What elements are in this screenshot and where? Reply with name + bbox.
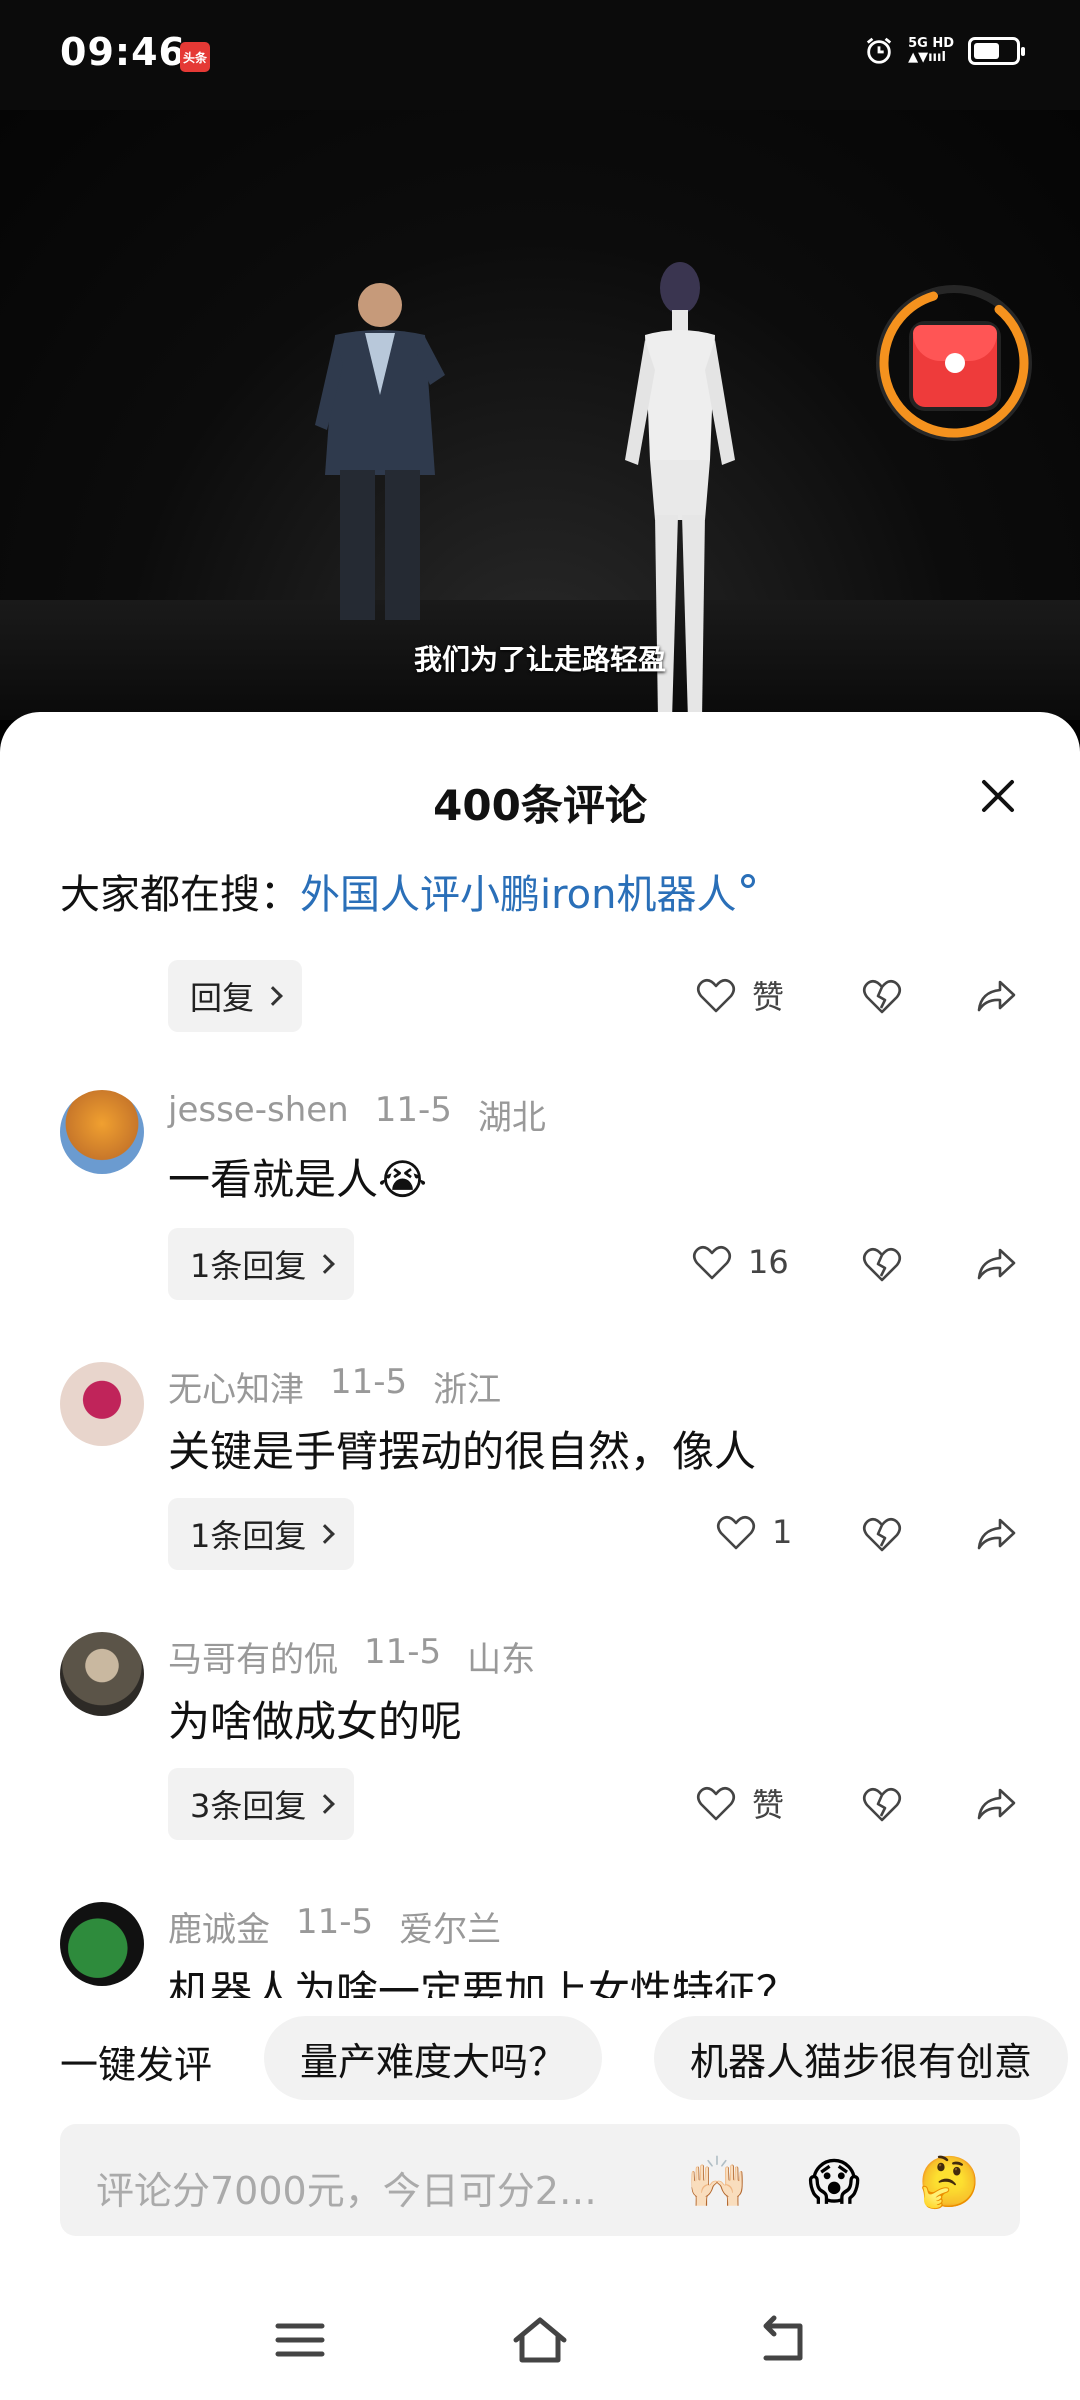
- quick-comment-chip[interactable]: 机器人猫步很有创意: [654, 2016, 1069, 2100]
- comment-date: 11-5: [374, 1090, 452, 1130]
- chevron-right-icon: [263, 986, 283, 1006]
- like-button[interactable]: 1: [714, 1510, 792, 1554]
- like-button[interactable]: 赞: [694, 972, 784, 1018]
- comments-count-title: 400条评论: [433, 781, 647, 830]
- avatar[interactable]: [60, 1362, 144, 1446]
- home-icon[interactable]: [510, 2310, 570, 2370]
- signal-bars: ▲▼ıııl: [908, 50, 946, 65]
- comment-region: 湖北: [477, 1098, 546, 1138]
- dislike-icon[interactable]: [860, 1512, 904, 1556]
- trending-search-prefix: 大家都在搜：: [60, 872, 300, 918]
- comment-meta: 无心知津 11-5 浙江: [168, 1362, 501, 1411]
- view-replies-button[interactable]: 1条回复: [168, 1228, 355, 1300]
- video-subtitle: 我们为了让走路轻盈: [413, 643, 666, 676]
- like-count: 16: [748, 1243, 789, 1281]
- heart-icon: [692, 1245, 732, 1280]
- comment-date: 11-5: [296, 1902, 374, 1942]
- avatar[interactable]: [60, 1632, 144, 1716]
- chevron-right-icon: [315, 1254, 336, 1274]
- comment-meta: 马哥有的侃 11-5 山东: [168, 1632, 535, 1681]
- avatar[interactable]: [60, 1090, 144, 1174]
- comment-username[interactable]: jesse-shen: [168, 1090, 349, 1139]
- comment-input[interactable]: 评论分7000元，今日可分2… 🙌🏻 😱 🤔: [60, 2124, 1020, 2236]
- video-player[interactable]: 我们为了让走路轻盈: [0, 110, 1080, 720]
- comment-meta: 鹿诚金 11-5 爱尔兰: [168, 1902, 501, 1951]
- redpacket-icon[interactable]: [913, 325, 997, 407]
- avatar[interactable]: [60, 1902, 144, 1986]
- toutiao-app-icon: 头条: [180, 42, 210, 72]
- share-icon[interactable]: [974, 1512, 1018, 1556]
- share-icon[interactable]: [974, 974, 1018, 1018]
- status-indicators: 5G HD ▲▼ıııl: [864, 36, 1025, 66]
- trending-search-link[interactable]: 外国人评小鹏iron机器人: [300, 872, 737, 918]
- network-indicator: 5G HD ▲▼ıııl: [908, 37, 954, 65]
- like-count: 赞: [752, 1786, 785, 1824]
- quick-comment-chip[interactable]: 量产难度大吗？: [264, 2016, 603, 2100]
- search-icon: [740, 874, 755, 888]
- comment-input-placeholder: 评论分7000元，今日可分2…: [96, 2169, 597, 2213]
- battery-icon: [968, 37, 1025, 65]
- chevron-right-icon: [315, 1794, 336, 1814]
- chevron-right-icon: [315, 1524, 336, 1544]
- status-time: 09:46: [60, 30, 186, 74]
- quick-comment-row: 一键发评 量产难度大吗？ 机器人猫步很有创意: [0, 2012, 1080, 2102]
- view-replies-label: 1条回复: [190, 1247, 307, 1285]
- view-replies-label: 1条回复: [190, 1517, 307, 1555]
- like-button[interactable]: 16: [690, 1240, 789, 1284]
- system-nav-bar: [0, 2270, 1080, 2400]
- comment-text: 机器人为啥一定要加上女性特征？: [168, 1967, 799, 1998]
- comment-date: 11-5: [364, 1632, 442, 1672]
- close-icon[interactable]: [976, 774, 1020, 818]
- share-icon[interactable]: [974, 1242, 1018, 1286]
- view-replies-button[interactable]: 3条回复: [168, 1768, 355, 1840]
- menu-icon[interactable]: [270, 2310, 330, 2370]
- comment-item: 鹿诚金 11-5 爱尔兰 机器人为啥一定要加上女性特征？: [0, 1902, 1080, 1998]
- dislike-icon[interactable]: [860, 974, 904, 1018]
- scream-emoji-icon[interactable]: 😱: [804, 2152, 864, 2212]
- like-count: 1: [772, 1513, 793, 1551]
- view-replies-label: 3条回复: [190, 1787, 307, 1825]
- reply-button[interactable]: 回复: [168, 960, 303, 1032]
- clap-emoji-icon[interactable]: 🙌🏻: [686, 2152, 748, 2212]
- comment-text: 为啥做成女的呢: [168, 1697, 463, 1746]
- comment-username[interactable]: 无心知津: [168, 1362, 304, 1411]
- comment-text: 关键是手臂摆动的很自然，像人: [168, 1427, 757, 1476]
- dislike-icon[interactable]: [860, 1782, 904, 1826]
- quick-comment-label: 一键发评: [60, 2043, 213, 2087]
- comment-region: 山东: [467, 1640, 536, 1680]
- back-icon[interactable]: [752, 2310, 812, 2370]
- thinking-emoji-icon[interactable]: 🤔: [918, 2152, 980, 2212]
- comment-date: 11-5: [330, 1362, 408, 1402]
- heart-icon: [696, 978, 736, 1013]
- like-count: 赞: [752, 978, 785, 1016]
- comment-meta: jesse-shen 11-5 湖北: [168, 1090, 546, 1139]
- heart-icon: [716, 1515, 756, 1550]
- comment-username[interactable]: 马哥有的侃: [168, 1632, 338, 1681]
- status-bar: 09:46 头条 5G HD ▲▼ıııl: [0, 0, 1080, 110]
- alarm-icon: [866, 37, 892, 64]
- share-icon[interactable]: [974, 1782, 1018, 1826]
- like-button[interactable]: 赞: [694, 1780, 784, 1826]
- heart-icon: [696, 1786, 736, 1821]
- trending-search: 大家都在搜：外国人评小鹏iron机器人: [60, 862, 755, 920]
- comment-region: 浙江: [433, 1370, 502, 1410]
- network-type: 5G HD: [908, 36, 954, 51]
- comment-region: 爱尔兰: [399, 1910, 502, 1950]
- comment-text: 一看就是人😭: [168, 1155, 428, 1204]
- dislike-icon[interactable]: [860, 1242, 904, 1286]
- comment-username[interactable]: 鹿诚金: [168, 1902, 270, 1951]
- reply-button-label: 回复: [190, 979, 255, 1017]
- presenter-figure: [315, 283, 445, 620]
- view-replies-button[interactable]: 1条回复: [168, 1498, 355, 1570]
